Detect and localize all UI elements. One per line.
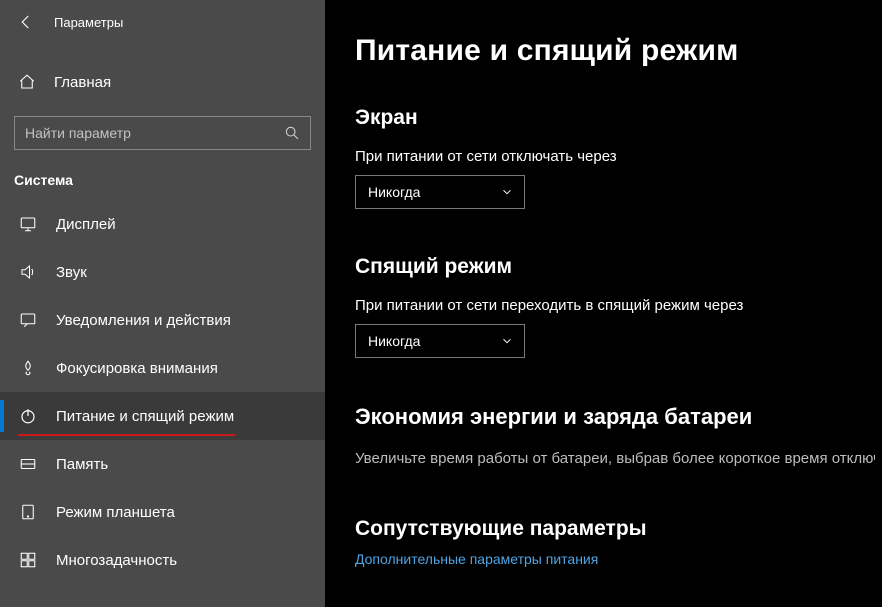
power-icon — [18, 407, 38, 425]
sidebar-item-sound[interactable]: Звук — [0, 248, 325, 296]
battery-section-heading: Экономия энергии и заряда батареи — [355, 404, 882, 430]
multitask-icon — [18, 551, 38, 569]
search-box[interactable] — [14, 116, 311, 150]
screen-off-label: При питании от сети отключать через — [355, 148, 882, 165]
sidebar-item-tablet[interactable]: Режим планшета — [0, 488, 325, 536]
sidebar-item-multitask[interactable]: Многозадачность — [0, 536, 325, 584]
sidebar-item-label: Фокусировка внимания — [56, 360, 218, 377]
window-header: Параметры — [0, 0, 325, 44]
red-underline — [18, 434, 235, 436]
screen-section-heading: Экран — [355, 106, 882, 130]
sleep-section-heading: Спящий режим — [355, 255, 882, 279]
sidebar-item-focus[interactable]: Фокусировка внимания — [0, 344, 325, 392]
sidebar-item-label: Дисплей — [56, 216, 116, 233]
back-arrow-icon — [17, 13, 35, 31]
battery-desc: Увеличьте время работы от батареи, выбра… — [355, 448, 875, 469]
search-input[interactable] — [15, 125, 274, 141]
focus-icon — [18, 359, 38, 377]
back-button[interactable] — [12, 8, 40, 36]
sound-icon — [18, 263, 38, 281]
settings-window: Параметры Главная Система Д — [0, 0, 882, 607]
chevron-down-icon — [500, 185, 514, 199]
additional-power-link[interactable]: Дополнительные параметры питания — [355, 551, 882, 567]
sidebar-item-notifications[interactable]: Уведомления и действия — [0, 296, 325, 344]
home-nav[interactable]: Главная — [0, 62, 325, 102]
storage-icon — [18, 455, 38, 473]
sidebar-item-label: Режим планшета — [56, 504, 175, 521]
nav-list: Дисплей Звук Уведомления и действия — [0, 200, 325, 607]
search-container — [14, 116, 311, 150]
sleep-label: При питании от сети переходить в спящий … — [355, 297, 882, 314]
tablet-icon — [18, 503, 38, 521]
sidebar-item-power[interactable]: Питание и спящий режим — [0, 392, 325, 440]
accent-bar — [0, 400, 4, 432]
sidebar-item-label: Память — [56, 456, 108, 473]
main-panel: Питание и спящий режим Экран При питании… — [325, 0, 882, 607]
sleep-value: Никогда — [368, 333, 420, 349]
notifications-icon — [18, 311, 38, 329]
home-label: Главная — [54, 74, 111, 91]
sidebar-item-label: Многозадачность — [56, 552, 177, 569]
related-heading: Сопутствующие параметры — [355, 517, 882, 541]
sidebar-item-label: Питание и спящий режим — [56, 408, 234, 425]
sidebar: Параметры Главная Система Д — [0, 0, 325, 607]
sidebar-item-label: Уведомления и действия — [56, 312, 231, 329]
search-icon — [274, 125, 310, 141]
display-icon — [18, 215, 38, 233]
sidebar-item-storage[interactable]: Память — [0, 440, 325, 488]
page-title: Питание и спящий режим — [355, 34, 882, 68]
sidebar-item-label: Звук — [56, 264, 87, 281]
chevron-down-icon — [500, 334, 514, 348]
home-icon — [18, 73, 36, 91]
screen-off-value: Никогда — [368, 184, 420, 200]
sidebar-item-display[interactable]: Дисплей — [0, 200, 325, 248]
sleep-select[interactable]: Никогда — [355, 324, 525, 358]
category-label: Система — [14, 172, 325, 188]
screen-off-select[interactable]: Никогда — [355, 175, 525, 209]
window-title: Параметры — [54, 15, 123, 30]
